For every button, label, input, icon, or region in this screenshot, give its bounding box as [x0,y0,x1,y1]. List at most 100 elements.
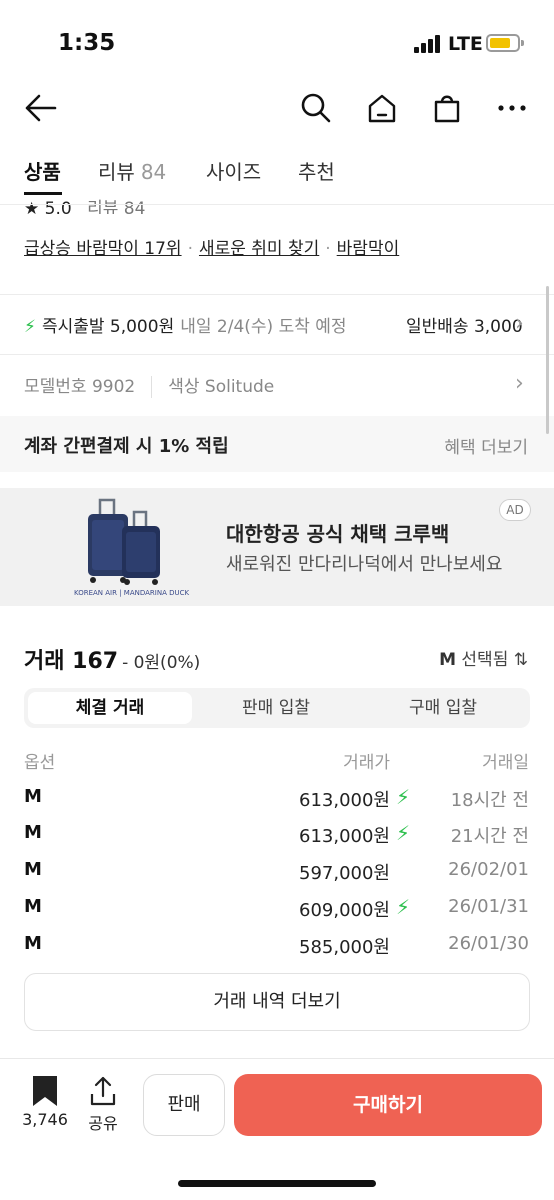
lightning-icon: ⚡ [24,317,36,337]
segment-executed[interactable]: 체결 거래 [28,692,192,724]
product-tabs: 상품 리뷰 84 사이즈 추천 [0,146,554,196]
table-row: M 597,000원 26/02/01 [0,859,554,895]
selected-size: M [439,650,457,670]
segment-buy-bids[interactable]: 구매 입찰 [360,692,526,724]
tab-review-label: 리뷰 [98,160,135,184]
row-price: 597,000원 [299,863,390,884]
selected-label: 선택됨 [461,650,509,670]
chevron-right-icon[interactable]: › [515,311,524,336]
row-date: 21시간 전 [450,826,529,847]
row-option: M [24,933,42,954]
rank-link[interactable]: 급상승 바람막이 17위 [24,239,182,259]
status-time: 1:35 [58,30,116,56]
row-price: 609,000원 [299,900,390,921]
divider [0,294,554,295]
tab-review[interactable]: 리뷰 84 [98,156,166,185]
shipping-row[interactable]: ⚡ 즉시출발 5,000원 내일 2/4(수) 도착 예정 일반배송 3,000 [24,312,534,340]
lightning-icon: ⚡ [396,895,411,919]
price-change: - 0원(0%) [122,653,201,673]
tab-recommend-label: 추천 [298,160,335,184]
back-arrow-icon[interactable] [22,90,58,126]
tabs-divider [0,204,554,205]
bookmark-icon [33,1076,57,1106]
sort-icon: ⇅ [513,650,528,670]
row-option: M [24,786,42,807]
separator-dot: · [187,239,193,259]
row-date: 26/02/01 [448,859,529,880]
benefit-more-link[interactable]: 혜택 더보기 [444,433,528,458]
benefit-text: 계좌 간편결제 시 1% 적립 [24,436,229,457]
suitcase-image [88,498,160,585]
row-price: 613,000원 [299,826,390,847]
buy-button[interactable]: 구매하기 [234,1074,542,1136]
lightning-icon: ⚡ [396,821,411,845]
hobby-link[interactable]: 새로운 취미 찾기 [199,239,319,259]
row-date: 26/01/30 [448,933,529,954]
share-button[interactable]: 공유 [80,1074,126,1134]
table-row: M 613,000원 ⚡ 21시간 전 [0,821,554,858]
color-info: 색상 Solitude [168,377,275,397]
bookmark-count: 3,746 [22,1110,68,1129]
nav-bar [0,80,554,136]
column-option: 옵션 [24,753,56,773]
share-icon [90,1076,116,1106]
tab-recommend[interactable]: 추천 [298,156,335,185]
shopping-bag-icon[interactable] [429,90,465,126]
row-option: M [24,859,42,880]
rank-links: 급상승 바람막이 17위 · 새로운 취미 찾기 · 바람막이 [24,234,399,259]
star-icon: ★ [24,199,40,214]
normal-shipping-label: 일반배송 3,000 [406,317,523,337]
row-price: 585,000원 [299,937,390,958]
bottom-bar-divider [0,1058,554,1059]
row-option: M [24,822,42,843]
share-label: 공유 [88,1114,118,1133]
home-icon[interactable] [364,90,400,126]
ad-badge: AD [499,499,531,521]
bookmark-button[interactable]: 3,746 [18,1074,72,1134]
separator-dot: · [325,239,331,259]
row-option: M [24,896,42,917]
tab-size[interactable]: 사이즈 [206,156,261,185]
express-shipping-label: 즉시출발 5,000원 [41,317,175,337]
rating-review-link[interactable]: 리뷰 84 [87,199,145,214]
tab-product[interactable]: 상품 [24,156,61,185]
ad-brand-text: KOREAN AIR | MANDARINA DUCK [74,589,190,597]
divider [0,354,554,355]
ad-title: 대한항공 공식 채택 크루백 [226,522,450,546]
benefit-row[interactable]: 계좌 간편결제 시 1% 적립 혜택 더보기 [0,416,554,472]
trade-history-more-button[interactable]: 거래 내역 더보기 [24,973,530,1031]
trades-title: 거래 167 [24,649,119,674]
search-icon[interactable] [298,90,334,126]
battery-icon [486,34,524,52]
trades-header: 거래 167- 0원(0%) [24,643,200,675]
category-link[interactable]: 바람막이 [337,239,400,259]
more-icon[interactable] [494,90,530,126]
tab-review-count: 84 [140,160,167,184]
trade-segment-control: 체결 거래 판매 입찰 구매 입찰 [24,688,530,728]
model-info-row: 모델번호 9902 색상 Solitude [24,372,274,398]
vertical-divider [151,376,153,398]
tab-product-label: 상품 [24,160,61,184]
sell-button[interactable]: 판매 [143,1074,225,1136]
signal-icon [414,35,442,53]
scrollbar[interactable] [546,286,549,434]
model-number: 모델번호 9902 [24,377,136,397]
ad-subtitle: 새로워진 만다리나덕에서 만나보세요 [226,554,503,575]
express-eta: 내일 2/4(수) 도착 예정 [180,317,347,337]
row-date: 18시간 전 [450,790,529,811]
column-date: 거래일 [482,753,529,773]
segment-sell-bids[interactable]: 판매 입찰 [194,692,358,724]
lightning-icon: ⚡ [396,785,411,809]
home-indicator[interactable] [178,1180,376,1187]
row-price: 613,000원 [299,790,390,811]
tab-size-label: 사이즈 [206,160,262,184]
network-label: LTE [448,33,483,55]
rating-score: 5.0 [44,199,72,214]
table-row: M 613,000원 ⚡ 18시간 전 [0,785,554,822]
size-filter-button[interactable]: M 선택됨 ⇅ [439,645,528,670]
table-row: M 609,000원 ⚡ 26/01/31 [0,895,554,932]
table-row: M 585,000원 26/01/30 [0,933,554,969]
status-bar: 1:35 LTE [0,0,554,80]
row-date: 26/01/31 [448,896,529,917]
chevron-right-icon[interactable]: › [515,371,524,396]
